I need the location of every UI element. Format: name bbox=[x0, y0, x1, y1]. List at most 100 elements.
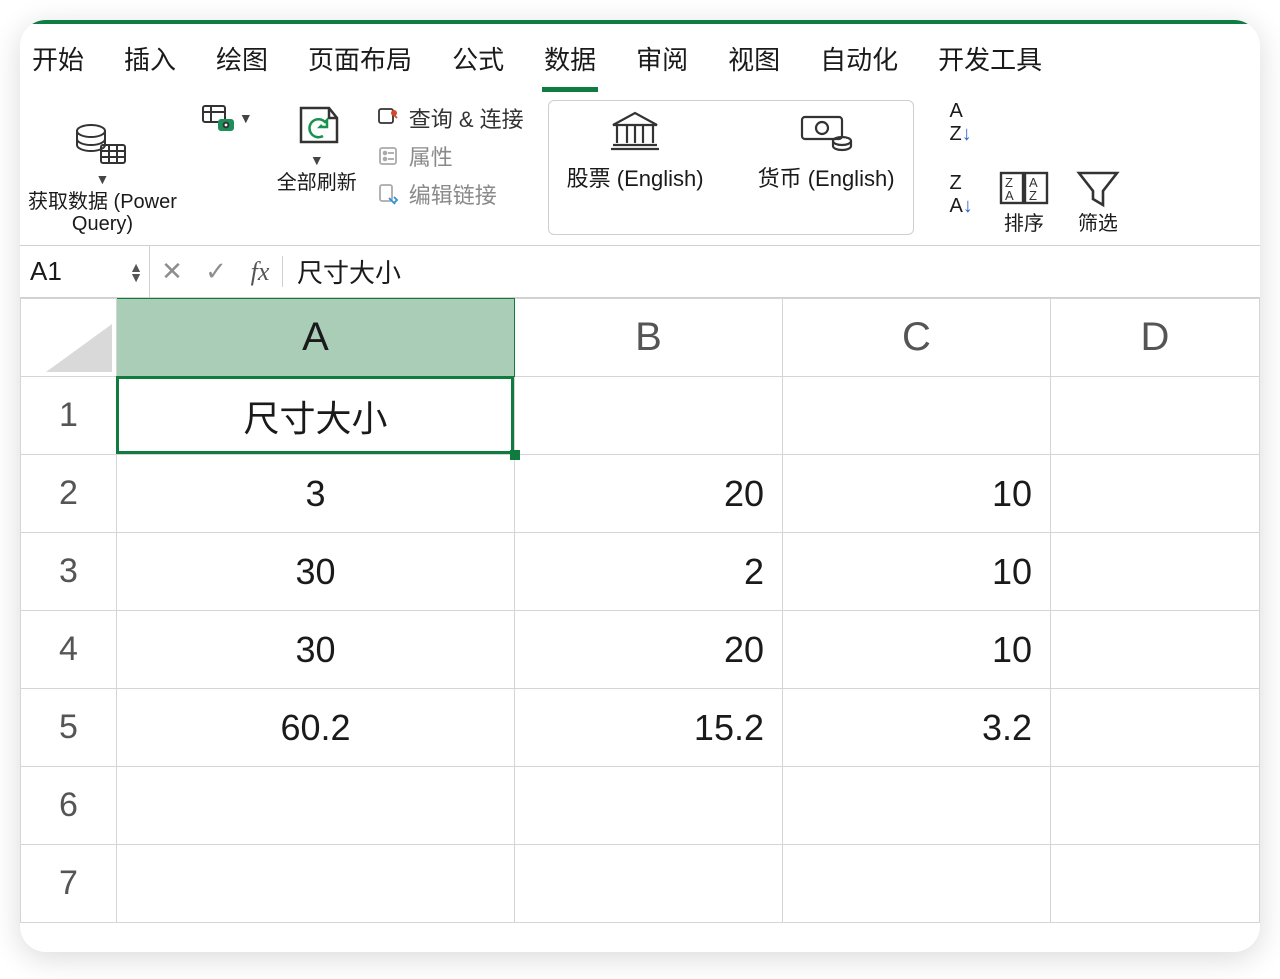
cell-B6[interactable] bbox=[515, 767, 783, 845]
cell-A7[interactable] bbox=[117, 845, 515, 923]
queries-connections-button[interactable]: 查询 & 连接 bbox=[375, 102, 524, 134]
cell-A6[interactable] bbox=[117, 767, 515, 845]
cell-A1[interactable]: 尺寸大小 bbox=[117, 377, 515, 455]
cell-C5[interactable]: 3.2 bbox=[783, 689, 1051, 767]
sort-asc-icon: AZ↓ bbox=[950, 100, 972, 146]
ribbon: ▼ 获取数据 (Power Query) ▼ bbox=[20, 96, 1260, 246]
refresh-all-button[interactable]: ▼ 全部刷新 bbox=[277, 100, 357, 194]
cell-B7[interactable] bbox=[515, 845, 783, 923]
tab-3[interactable]: 页面布局 bbox=[306, 38, 414, 92]
tab-6[interactable]: 审阅 bbox=[634, 38, 690, 92]
row-header-1[interactable]: 1 bbox=[21, 377, 117, 455]
cell-B4[interactable]: 20 bbox=[515, 611, 783, 689]
formula-input[interactable]: 尺寸大小 bbox=[283, 253, 401, 290]
filter-button[interactable]: 筛选 bbox=[1075, 167, 1121, 235]
edit-links-icon bbox=[375, 181, 401, 207]
table-row: 232010 bbox=[21, 455, 1260, 533]
column-header-A[interactable]: A bbox=[117, 299, 515, 377]
name-box-stepper-icon[interactable]: ▲▼ bbox=[129, 262, 143, 282]
excel-window: 开始插入绘图页面布局公式数据审阅视图自动化开发工具 ▼ 获取数据 (Power … bbox=[20, 20, 1260, 952]
table-row: 7 bbox=[21, 845, 1260, 923]
tab-1[interactable]: 插入 bbox=[122, 38, 178, 92]
stocks-datatype-button[interactable]: 股票 (English) bbox=[567, 109, 704, 226]
table-row: 1尺寸大小 bbox=[21, 377, 1260, 455]
edit-links-label: 编辑链接 bbox=[409, 178, 497, 210]
cell-D3[interactable] bbox=[1051, 533, 1260, 611]
cell-D5[interactable] bbox=[1051, 689, 1260, 767]
fx-label: fx bbox=[251, 257, 270, 286]
formula-bar: A1 ▲▼ ✕ ✓ fx 尺寸大小 bbox=[20, 246, 1260, 298]
row-header-7[interactable]: 7 bbox=[21, 845, 117, 923]
cell-D4[interactable] bbox=[1051, 611, 1260, 689]
fx-button[interactable]: fx bbox=[238, 257, 282, 287]
sort-asc-button[interactable]: AZ↓ bbox=[950, 100, 972, 146]
tab-9[interactable]: 开发工具 bbox=[936, 38, 1044, 92]
cell-A4[interactable]: 30 bbox=[117, 611, 515, 689]
chevron-down-icon: ▼ bbox=[239, 110, 253, 126]
currency-icon bbox=[798, 109, 854, 153]
tab-8[interactable]: 自动化 bbox=[818, 38, 900, 92]
cell-B5[interactable]: 15.2 bbox=[515, 689, 783, 767]
bank-icon bbox=[607, 109, 663, 153]
cell-B1[interactable] bbox=[515, 377, 783, 455]
column-header-C[interactable]: C bbox=[783, 299, 1051, 377]
tab-2[interactable]: 绘图 bbox=[214, 38, 270, 92]
filter-label: 筛选 bbox=[1078, 213, 1118, 235]
group-connections: ▼ 全部刷新 查询 & 连接 bbox=[277, 100, 524, 235]
cell-B2[interactable]: 20 bbox=[515, 455, 783, 533]
svg-text:A: A bbox=[1005, 188, 1014, 203]
select-all-corner[interactable] bbox=[21, 299, 117, 377]
cell-C1[interactable] bbox=[783, 377, 1051, 455]
tab-5[interactable]: 数据 bbox=[542, 38, 598, 92]
tab-7[interactable]: 视图 bbox=[726, 38, 782, 92]
cell-C4[interactable]: 10 bbox=[783, 611, 1051, 689]
cell-C7[interactable] bbox=[783, 845, 1051, 923]
cell-D2[interactable] bbox=[1051, 455, 1260, 533]
edit-links-button[interactable]: 编辑链接 bbox=[375, 178, 524, 210]
row-header-4[interactable]: 4 bbox=[21, 611, 117, 689]
cell-D6[interactable] bbox=[1051, 767, 1260, 845]
cell-D7[interactable] bbox=[1051, 845, 1260, 923]
properties-button[interactable]: 属性 bbox=[375, 140, 524, 172]
sort-button[interactable]: Z A A Z 排序 bbox=[997, 167, 1051, 235]
tab-0[interactable]: 开始 bbox=[30, 38, 86, 92]
row-header-5[interactable]: 5 bbox=[21, 689, 117, 767]
currency-datatype-button[interactable]: 货币 (English) bbox=[758, 109, 895, 226]
cell-C3[interactable]: 10 bbox=[783, 533, 1051, 611]
properties-icon bbox=[375, 143, 401, 169]
cell-A2[interactable]: 3 bbox=[117, 455, 515, 533]
group-data-types: 股票 (English) 货币 (English) bbox=[548, 100, 914, 235]
refresh-icon bbox=[289, 100, 345, 148]
sort-desc-icon: ZA↓ bbox=[950, 172, 973, 218]
get-data-button[interactable]: ▼ 获取数据 (Power Query) bbox=[28, 121, 177, 235]
from-other-sources-button[interactable]: ▼ bbox=[201, 104, 253, 132]
column-header-B[interactable]: B bbox=[515, 299, 783, 377]
sort-desc-button[interactable]: ZA↓ bbox=[950, 172, 973, 218]
accept-formula-button[interactable]: ✓ bbox=[194, 256, 238, 287]
funnel-icon bbox=[1075, 167, 1121, 209]
name-box[interactable]: A1 ▲▼ bbox=[20, 246, 150, 297]
cell-C2[interactable]: 10 bbox=[783, 455, 1051, 533]
sort-dialog-icon: Z A A Z bbox=[997, 167, 1051, 209]
row-header-3[interactable]: 3 bbox=[21, 533, 117, 611]
worksheet[interactable]: ABCD 1尺寸大小2320103302104302010560.215.23.… bbox=[20, 298, 1260, 923]
cell-D1[interactable] bbox=[1051, 377, 1260, 455]
chevron-down-icon: ▼ bbox=[96, 171, 110, 187]
database-icon bbox=[73, 121, 131, 167]
currency-label: 货币 (English) bbox=[758, 161, 895, 193]
group-get-data: ▼ 获取数据 (Power Query) bbox=[28, 100, 177, 235]
cell-B3[interactable]: 2 bbox=[515, 533, 783, 611]
check-icon: ✓ bbox=[205, 256, 227, 286]
table-row: 560.215.23.2 bbox=[21, 689, 1260, 767]
tab-4[interactable]: 公式 bbox=[450, 38, 506, 92]
row-header-2[interactable]: 2 bbox=[21, 455, 117, 533]
get-data-label: 获取数据 (Power Query) bbox=[28, 191, 177, 235]
cell-C6[interactable] bbox=[783, 767, 1051, 845]
column-header-D[interactable]: D bbox=[1051, 299, 1260, 377]
row-header-6[interactable]: 6 bbox=[21, 767, 117, 845]
refresh-all-label: 全部刷新 bbox=[277, 172, 357, 194]
cell-A3[interactable]: 30 bbox=[117, 533, 515, 611]
formula-value: 尺寸大小 bbox=[297, 258, 401, 288]
cell-A5[interactable]: 60.2 bbox=[117, 689, 515, 767]
cancel-formula-button[interactable]: ✕ bbox=[150, 256, 194, 287]
